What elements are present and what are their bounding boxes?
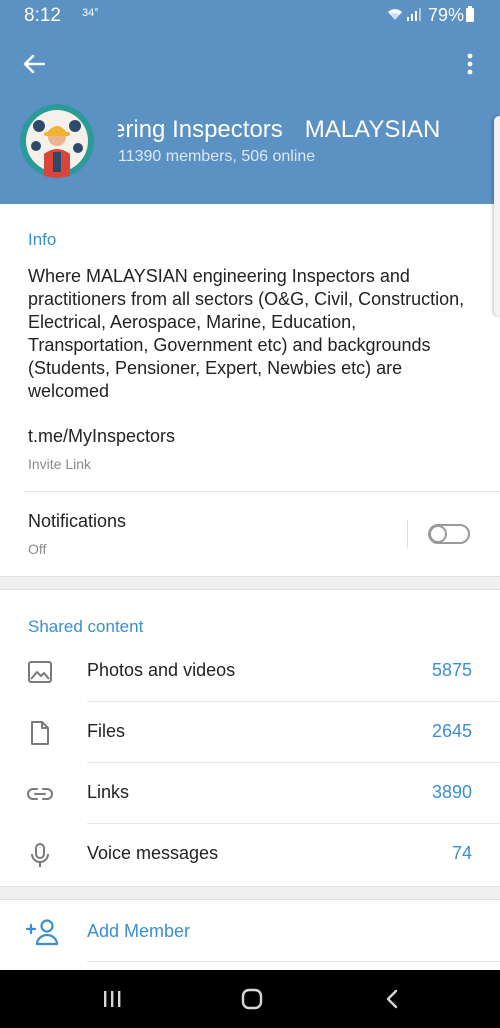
shared-item-links[interactable]: Links 3890 (0, 763, 500, 824)
back-arrow-icon (23, 54, 45, 74)
mic-icon (31, 843, 49, 867)
status-time: 8:12 (24, 5, 61, 26)
scroll-edge (494, 116, 500, 316)
invite-link[interactable]: t.me/MyInspectors (28, 426, 175, 447)
shared-item-label: Links (87, 782, 130, 802)
inspector-avatar-image (20, 104, 94, 178)
shared-item-label: Voice messages (87, 843, 219, 863)
group-avatar[interactable] (20, 104, 94, 178)
system-back-button[interactable] (377, 984, 407, 1014)
invite-link-caption: Invite Link (28, 456, 92, 472)
link-icon (27, 788, 53, 800)
home-button[interactable] (237, 984, 267, 1014)
system-nav-bar (0, 970, 500, 1028)
info-section-title: Info (28, 230, 57, 249)
add-member-button[interactable]: Add Member (0, 900, 500, 962)
shared-item-count: 3890 (431, 782, 472, 802)
group-title-part2: MALAYSIAN (304, 116, 441, 143)
signal-icon (407, 8, 421, 21)
more-vert-icon (467, 53, 473, 75)
file-icon (31, 721, 49, 745)
notifications-toggle[interactable] (428, 524, 470, 544)
wifi-icon (388, 9, 402, 20)
vertical-divider (407, 520, 408, 548)
shared-item-voice[interactable]: Voice messages 74 (0, 824, 500, 885)
notifications-label: Notifications (28, 511, 127, 531)
shared-item-label: Files (87, 721, 126, 741)
section-gap (0, 576, 500, 590)
add-person-icon (26, 919, 59, 946)
divider (87, 961, 500, 962)
back-button[interactable] (14, 44, 54, 84)
group-title: ineering Inspectors MALAYSIAN (118, 114, 490, 148)
member-count: 11390 members, 506 online (118, 148, 316, 165)
shared-item-photos[interactable]: Photos and videos 5875 (0, 641, 500, 702)
shared-item-files[interactable]: Files 2645 (0, 702, 500, 763)
recent-apps-button[interactable] (97, 984, 127, 1014)
status-temperature: 34° (82, 7, 99, 19)
shared-item-count: 74 (451, 843, 472, 863)
battery-icon (466, 6, 474, 22)
back-icon (386, 989, 398, 1009)
status-bar: 8:12 34° 79% (0, 0, 500, 30)
section-gap (0, 886, 500, 900)
battery-percent: 79% (428, 5, 465, 25)
divider (24, 491, 500, 492)
more-options-button[interactable] (452, 44, 488, 84)
image-icon (28, 661, 52, 683)
shared-content-title: Shared content (28, 617, 144, 636)
shared-item-label: Photos and videos (87, 660, 236, 680)
shared-item-count: 2645 (431, 721, 472, 741)
chat-header: ineering Inspectors MALAYSIAN 11390 membe… (0, 30, 500, 204)
add-member-label: Add Member (87, 921, 191, 941)
shared-item-count: 5875 (431, 660, 472, 680)
toggle-knob (429, 525, 447, 543)
home-icon (241, 988, 263, 1010)
notifications-state: Off (28, 541, 47, 557)
group-description: Where MALAYSIAN engineering Inspectors a… (28, 266, 465, 401)
group-title-part1: ineering Inspectors (118, 116, 283, 143)
recent-apps-icon (104, 991, 121, 1007)
